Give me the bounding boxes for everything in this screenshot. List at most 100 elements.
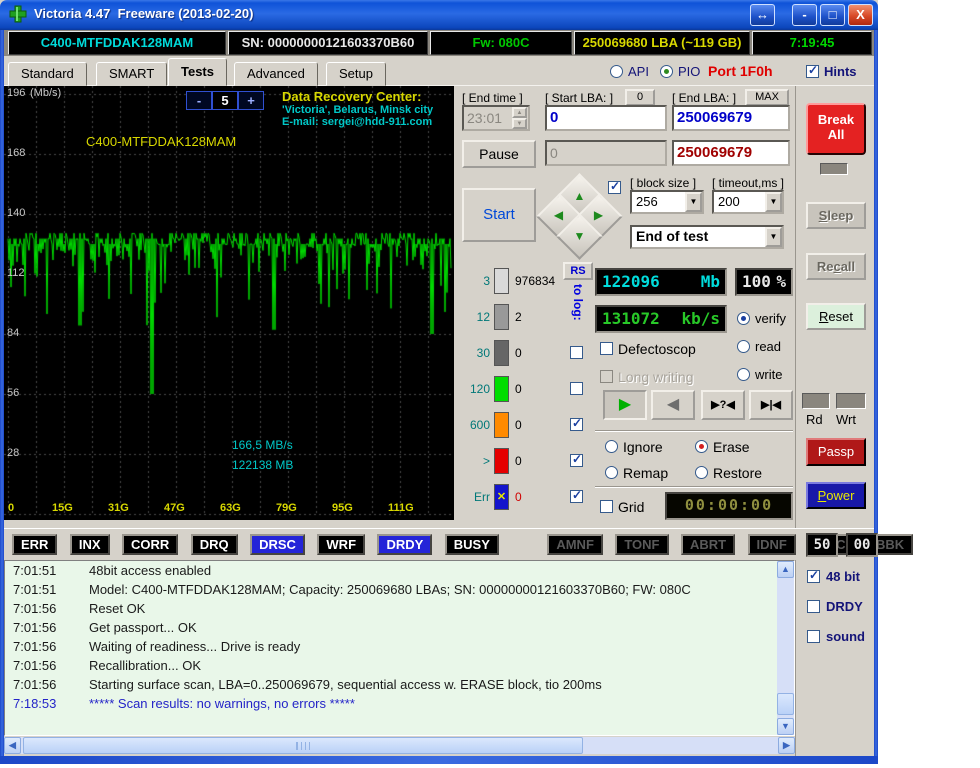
- end-action-combo[interactable]: End of test ▼: [630, 225, 784, 249]
- verify-radio[interactable]: [737, 312, 750, 325]
- seek-end-button[interactable]: ▶|◀: [749, 390, 793, 420]
- sound-checkbox[interactable]: [807, 630, 820, 643]
- read-radio-label[interactable]: read: [755, 339, 781, 354]
- tab-standard[interactable]: Standard: [8, 62, 87, 86]
- block-size-label: [ block size ]: [630, 176, 696, 190]
- log-30-checkbox[interactable]: [570, 346, 583, 359]
- log-600-checkbox[interactable]: [570, 418, 583, 431]
- lba-max-button[interactable]: MAX: [745, 89, 789, 106]
- break-all-line2: All: [808, 127, 864, 142]
- drdy-label[interactable]: DRDY: [826, 599, 863, 614]
- restore-radio[interactable]: [695, 466, 708, 479]
- ignore-radio-label[interactable]: Ignore: [623, 439, 663, 455]
- defectoscop-label[interactable]: Defectoscop: [618, 341, 696, 357]
- log-row: 7:01:56Reset OK: [5, 601, 794, 620]
- log-gt-checkbox[interactable]: [570, 454, 583, 467]
- counter-block-30: [494, 340, 509, 366]
- write-radio-label[interactable]: write: [755, 367, 782, 382]
- grid-checkbox[interactable]: [600, 500, 613, 513]
- reset-button[interactable]: Reset: [806, 303, 866, 330]
- scroll-down-arrow[interactable]: ▼: [777, 718, 794, 735]
- scroll-left-arrow[interactable]: ◀: [4, 737, 21, 754]
- hints-checkbox[interactable]: [806, 65, 819, 78]
- remap-radio[interactable]: [605, 466, 618, 479]
- end-action-dropdown-arrow[interactable]: ▼: [765, 227, 782, 247]
- pio-radio[interactable]: [660, 65, 673, 78]
- sound-label[interactable]: sound: [826, 629, 865, 644]
- log-time: 7:01:56: [13, 677, 56, 692]
- power-button[interactable]: Power: [806, 482, 866, 509]
- grid-label[interactable]: Grid: [618, 499, 644, 515]
- hints-label[interactable]: Hints: [824, 64, 857, 79]
- 48bit-label[interactable]: 48 bit: [826, 569, 860, 584]
- vscroll-thumb[interactable]: [777, 693, 794, 715]
- minimize-button[interactable]: -: [792, 4, 817, 26]
- close-button[interactable]: X: [848, 4, 873, 26]
- write-radio[interactable]: [737, 368, 750, 381]
- timeout-combo[interactable]: 200 ▼: [712, 190, 784, 214]
- percent-display: 100 %: [735, 268, 793, 296]
- pause-button[interactable]: Pause: [462, 140, 536, 168]
- divider: [595, 486, 793, 488]
- start-lba-label: [ Start LBA: ]: [545, 91, 613, 105]
- attach-window-button[interactable]: ↔: [750, 4, 775, 26]
- sleep-button[interactable]: Sleep: [806, 202, 866, 229]
- defectoscop-checkbox[interactable]: [600, 342, 613, 355]
- tab-smart[interactable]: SMART: [96, 62, 167, 86]
- tab-bar: Standard SMART Tests Advanced Setup API …: [4, 56, 874, 86]
- block-size-combo[interactable]: 256 ▼: [630, 190, 704, 214]
- scroll-up-arrow[interactable]: ▲: [777, 561, 794, 578]
- 48bit-checkbox[interactable]: [807, 570, 820, 583]
- erase-radio-label[interactable]: Erase: [713, 439, 750, 455]
- ignore-radio[interactable]: [605, 440, 618, 453]
- lba-zero-button[interactable]: 0: [625, 89, 655, 106]
- api-radio[interactable]: [610, 65, 623, 78]
- recall-button[interactable]: Recall: [806, 253, 866, 280]
- remap-radio-label[interactable]: Remap: [623, 465, 668, 481]
- start-lba-input[interactable]: 0: [545, 105, 667, 131]
- restore-radio-label[interactable]: Restore: [713, 465, 762, 481]
- scale-plus-button[interactable]: +: [238, 91, 264, 110]
- x-tick-15g: 15G: [52, 502, 73, 514]
- reset-label-post: eset: [828, 309, 853, 324]
- scale-minus-button[interactable]: -: [186, 91, 212, 110]
- scroll-right-arrow[interactable]: ▶: [778, 737, 795, 754]
- log-vscrollbar[interactable]: ▲ ▼: [777, 561, 794, 735]
- log-row: 7:01:5148bit access enabled: [5, 563, 794, 582]
- mb-unit: Mb: [701, 270, 720, 293]
- busy-led: [820, 163, 848, 175]
- tab-advanced[interactable]: Advanced: [234, 62, 318, 86]
- timeout-dropdown-arrow[interactable]: ▼: [765, 192, 782, 212]
- log-panel[interactable]: 7:01:5148bit access enabled 7:01:51Model…: [4, 560, 795, 736]
- verify-radio-label[interactable]: verify: [755, 311, 786, 326]
- counter-value-600: 0: [515, 412, 522, 438]
- break-all-button[interactable]: Break All: [806, 103, 866, 155]
- reset-label-key: R: [819, 309, 828, 324]
- clock: 7:19:45: [752, 31, 872, 55]
- pio-radio-label[interactable]: PIO: [678, 64, 700, 79]
- read-radio[interactable]: [737, 340, 750, 353]
- speed-unit: kb/s: [681, 307, 720, 330]
- passp-button[interactable]: Passp: [806, 438, 866, 466]
- block-size-dropdown-arrow[interactable]: ▼: [685, 192, 702, 212]
- maximize-button[interactable]: □: [820, 4, 845, 26]
- end-time-spinner[interactable]: ▲ ▼: [512, 107, 527, 129]
- play-backward-button[interactable]: ◀: [651, 390, 695, 420]
- title-bar[interactable]: Victoria 4.47 Freeware (2013-02-20) ↔ - …: [0, 0, 878, 30]
- start-button[interactable]: Start: [462, 188, 536, 242]
- drdy-checkbox[interactable]: [807, 600, 820, 613]
- flag-wrf: WRF: [317, 534, 365, 555]
- play-forward-button[interactable]: ▶: [603, 390, 647, 420]
- hscroll-thumb[interactable]: [23, 737, 583, 754]
- tab-setup[interactable]: Setup: [326, 62, 386, 86]
- rs-button[interactable]: RS: [563, 262, 593, 280]
- counter-value-120: 0: [515, 376, 522, 402]
- log-err-checkbox[interactable]: [570, 490, 583, 503]
- erase-radio[interactable]: [695, 440, 708, 453]
- log-120-checkbox[interactable]: [570, 382, 583, 395]
- log-hscrollbar[interactable]: ◀ ▶: [4, 737, 795, 754]
- seek-question-button[interactable]: ▶?◀: [701, 390, 745, 420]
- api-radio-label[interactable]: API: [628, 64, 649, 79]
- end-lba-input[interactable]: 250069679: [672, 105, 790, 131]
- tab-tests[interactable]: Tests: [168, 58, 227, 86]
